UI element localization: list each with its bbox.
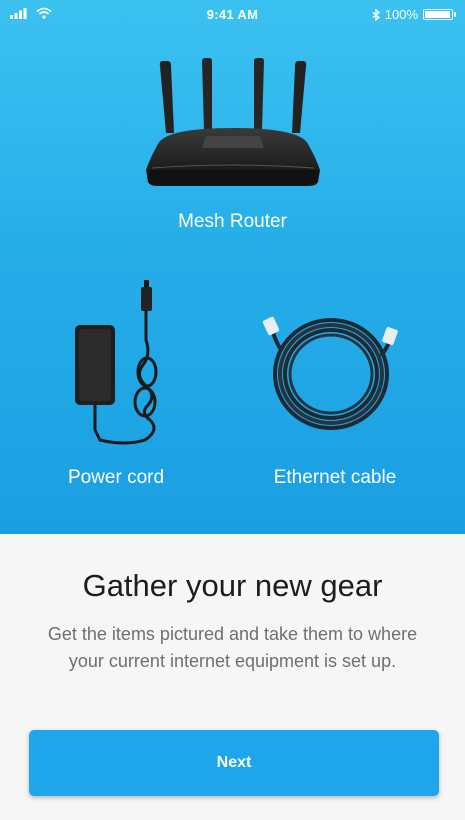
battery-icon — [423, 9, 456, 20]
battery-level — [425, 11, 450, 18]
hero-panel: 9:41 AM 100% Mesh Router Power cord Ethe… — [0, 0, 465, 534]
power-cord-illustration — [75, 280, 158, 445]
instructions-text: Get the items pictured and take them to … — [47, 624, 418, 671]
power-cord-label: Power cord — [67, 467, 165, 488]
status-bar: 9:41 AM 100% — [0, 0, 465, 28]
status-right: 100% — [372, 7, 456, 22]
ethernet-cable-illustration — [262, 316, 398, 430]
page-title: Gather your new gear — [82, 568, 383, 603]
setup-screen: 9:41 AM 100% Mesh Router Power cord Ethe… — [0, 0, 465, 820]
battery-percent: 100% — [384, 7, 418, 22]
bluetooth-icon — [372, 8, 380, 21]
mesh-router-illustration — [146, 58, 320, 186]
info-panel: Gather your new gear Get the items pictu… — [0, 534, 465, 820]
router-label: Mesh Router — [178, 211, 287, 232]
next-button[interactable]: Next — [29, 730, 439, 796]
ethernet-cable-label: Ethernet cable — [273, 467, 397, 488]
